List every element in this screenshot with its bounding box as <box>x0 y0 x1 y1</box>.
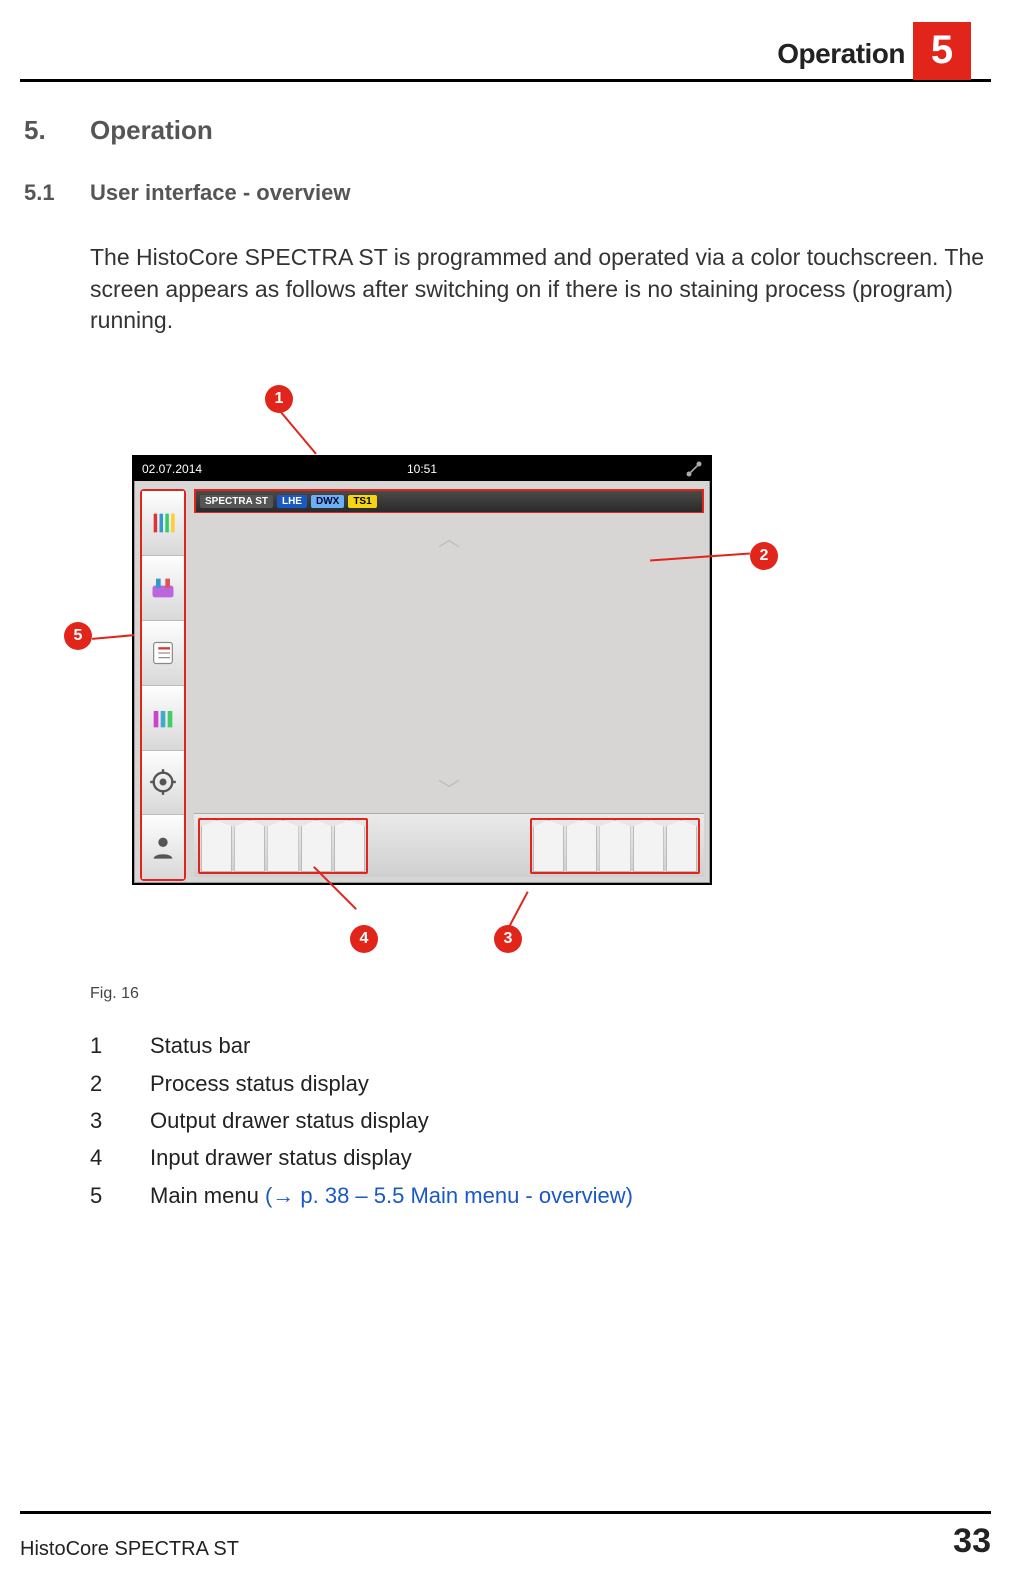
drawer-slot <box>633 820 664 872</box>
drawer-slot <box>234 820 265 872</box>
menu-btn-settings[interactable] <box>142 751 184 816</box>
menu-btn-user[interactable] <box>142 815 184 879</box>
cross-reference-link[interactable]: (→ p. 38 – 5.5 Main menu - overview) <box>265 1183 633 1208</box>
leader-line <box>508 891 529 927</box>
subsection-number: 5.1 <box>24 180 90 206</box>
legend-row: 2Process status display <box>90 1065 987 1102</box>
callout-2: 2 <box>750 542 778 570</box>
callout-3: 3 <box>494 925 522 953</box>
page-footer: HistoCore SPECTRA ST 33 <box>20 1511 991 1561</box>
drawer-slot <box>666 820 697 872</box>
intro-paragraph: The HistoCore SPECTRA ST is programmed a… <box>90 242 987 337</box>
footer-page-number: 33 <box>953 1522 991 1561</box>
scroll-up-icon[interactable]: ︿ <box>438 521 460 553</box>
chapter-title: Operation <box>777 38 905 70</box>
legend-row: 3Output drawer status display <box>90 1102 987 1139</box>
leader-line <box>279 411 317 455</box>
callout-4: 4 <box>350 925 378 953</box>
process-status-display[interactable]: ︿ ﹀ <box>194 515 704 811</box>
figure-16: 1 2 3 4 5 02.07.2014 10:51 <box>90 387 850 977</box>
legend-row: 1Status bar <box>90 1027 987 1064</box>
leader-line <box>92 634 134 640</box>
menu-btn-stations[interactable] <box>142 686 184 751</box>
status-tag-dwx: DWX <box>311 495 344 508</box>
legend-row: 4Input drawer status display <box>90 1139 987 1176</box>
menu-btn-reagents[interactable] <box>142 491 184 556</box>
status-bar[interactable]: SPECTRA ST LHE DWX TS1 <box>194 489 704 513</box>
drawer-slot <box>301 820 332 872</box>
status-tag-lhe: LHE <box>277 495 307 508</box>
menu-btn-programs[interactable] <box>142 621 184 686</box>
drawer-row <box>194 813 704 877</box>
callout-5: 5 <box>64 622 92 650</box>
drawer-slot <box>201 820 232 872</box>
status-tag-ts1: TS1 <box>348 495 376 508</box>
section-title: Operation <box>90 115 213 145</box>
input-drawer-status[interactable] <box>198 818 368 874</box>
drawer-slot <box>599 820 630 872</box>
drawer-slot <box>533 820 564 872</box>
scroll-down-icon[interactable]: ﹀ <box>438 773 460 805</box>
main-menu[interactable] <box>140 489 186 881</box>
output-drawer-status[interactable] <box>530 818 700 874</box>
device-date: 02.07.2014 <box>142 462 202 476</box>
page-header: Operation 5 <box>20 22 991 82</box>
legend-row: 5Main menu (→ p. 38 – 5.5 Main menu - ov… <box>90 1177 987 1214</box>
drawer-slot <box>267 820 298 872</box>
callout-1: 1 <box>265 385 293 413</box>
touchscreen-device: 02.07.2014 10:51 <box>132 455 712 885</box>
chapter-number-badge: 5 <box>913 22 971 80</box>
figure-caption: Fig. 16 <box>90 985 987 1003</box>
device-top-bar: 02.07.2014 10:51 <box>134 457 710 481</box>
page-body: 5.Operation 5.1User interface - overview… <box>24 115 987 1214</box>
network-icon <box>684 459 704 479</box>
section-number: 5. <box>24 115 90 146</box>
menu-btn-bathlayout[interactable] <box>142 556 184 621</box>
drawer-slot <box>334 820 365 872</box>
device-time: 10:51 <box>407 462 437 476</box>
subsection-heading: 5.1User interface - overview <box>24 180 987 206</box>
footer-product: HistoCore SPECTRA ST <box>20 1538 239 1561</box>
status-tag-spectra: SPECTRA ST <box>200 495 273 508</box>
subsection-title: User interface - overview <box>90 180 350 205</box>
section-heading: 5.Operation <box>24 115 987 146</box>
drawer-slot <box>566 820 597 872</box>
figure-legend: 1Status bar 2Process status display 3Out… <box>90 1027 987 1214</box>
